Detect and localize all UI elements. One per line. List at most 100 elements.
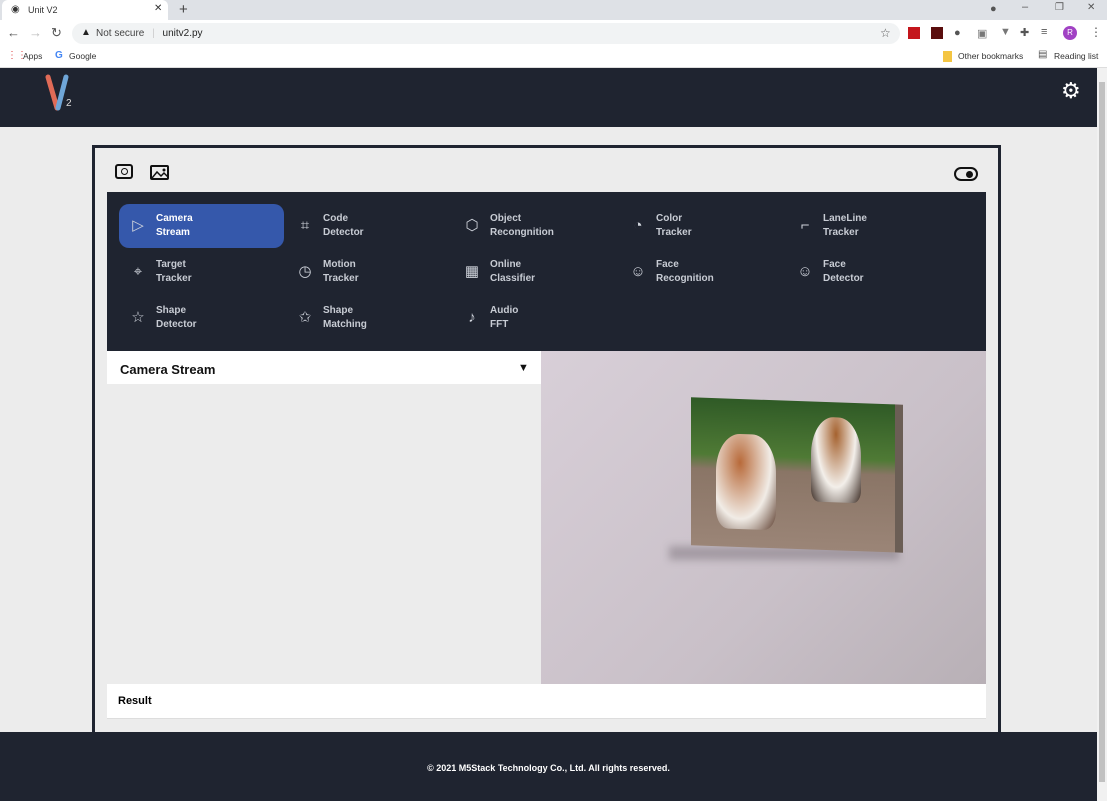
result-panel: Result xyxy=(107,684,986,719)
menu-icon: ▦ xyxy=(464,263,480,280)
menu-label: Tracker xyxy=(156,273,192,284)
menu-label: Object xyxy=(490,213,522,224)
menu-item-target-tracker[interactable]: ⌖ Target Tracker xyxy=(119,250,284,294)
result-label: Result xyxy=(118,695,152,707)
extension-v-icon[interactable]: ▼ xyxy=(1000,26,1011,38)
folder-icon xyxy=(943,51,952,62)
menu-item-online-classifier[interactable]: ▦ Online Classifier xyxy=(453,250,618,294)
reading-list[interactable]: Reading list xyxy=(1054,51,1098,61)
menu-label: Tracker xyxy=(823,227,859,238)
browser-tab[interactable]: ◉ Unit V2 ✕ xyxy=(2,0,168,20)
menu-icon: ◔ xyxy=(633,217,643,234)
menu-item-code-detector[interactable]: ⌗ Code Detector xyxy=(286,204,451,248)
config-panel xyxy=(107,384,541,684)
app-header: 2 ⚙ xyxy=(0,68,1097,127)
camera-snapshot-icon[interactable] xyxy=(115,164,133,179)
logo-subscript: 2 xyxy=(66,98,72,109)
menu-icon: ◷ xyxy=(298,263,312,280)
tab-search-icon[interactable]: ● xyxy=(990,3,997,15)
menu-label: Face xyxy=(656,259,679,270)
menu-label: Tracker xyxy=(656,227,692,238)
dropdown-caret-icon[interactable]: ▼ xyxy=(518,362,529,374)
bookmark-apps[interactable]: Apps xyxy=(23,51,42,61)
menu-label: Classifier xyxy=(490,273,536,284)
menu-label: Shape xyxy=(323,305,354,316)
other-bookmarks[interactable]: Other bookmarks xyxy=(958,51,1023,61)
menu-label: LaneLine xyxy=(823,213,867,224)
forward-icon[interactable]: → xyxy=(29,25,42,40)
menu-label: Detector xyxy=(323,227,364,238)
menu-icon: ⌗ xyxy=(300,217,310,234)
menu-label: Stream xyxy=(156,227,190,238)
menu-icon: ⌖ xyxy=(133,263,143,280)
tab-title: Unit V2 xyxy=(28,5,58,15)
menu-item-face-recognition[interactable]: ☺ Face Recognition xyxy=(619,250,784,294)
menu-label: Target xyxy=(156,259,186,270)
close-tab-icon[interactable]: ✕ xyxy=(154,3,162,14)
profile-avatar[interactable]: R xyxy=(1063,26,1077,40)
dog-canvas-photo xyxy=(691,397,903,553)
bookmark-star-icon[interactable]: ☆ xyxy=(880,26,891,40)
menu-icon: ☆ xyxy=(131,309,145,326)
menu-item-audio-fft[interactable]: ♪ Audio FFT xyxy=(453,296,618,340)
extension-icon[interactable] xyxy=(931,27,943,39)
camera-stream-view xyxy=(541,351,986,684)
extension-cast-icon[interactable]: ▣ xyxy=(977,27,987,40)
extension-pdf-icon[interactable] xyxy=(908,27,920,39)
menu-icon: ☺ xyxy=(797,263,813,280)
address-bar[interactable]: ▲ Not secure | unitv2.py ☆ xyxy=(72,23,900,44)
restore-button[interactable]: ❐ xyxy=(1055,2,1064,13)
logo: 2 xyxy=(44,74,74,112)
bookmarks-bar: ⋮⋮ Apps G Google Other bookmarks ▤ Readi… xyxy=(0,46,1107,68)
menu-icon: ▷ xyxy=(132,217,144,234)
menu-icon: ⌐ xyxy=(800,217,810,234)
copyright-text: © 2021 M5Stack Technology Co., Ltd. All … xyxy=(427,763,670,773)
menu-item-face-detector[interactable]: ☺ Face Detector xyxy=(786,250,951,294)
media-control-icon[interactable]: ≡ xyxy=(1041,26,1047,38)
extensions-puzzle-icon[interactable]: ✚ xyxy=(1020,26,1029,39)
menu-label: Motion xyxy=(323,259,356,270)
new-tab-button[interactable]: + xyxy=(179,1,188,18)
reading-list-icon: ▤ xyxy=(1038,49,1048,60)
back-icon[interactable]: ← xyxy=(7,25,20,40)
menu-label: Shape xyxy=(156,305,187,316)
google-icon: G xyxy=(55,50,63,61)
toggle-switch[interactable] xyxy=(954,167,978,181)
menu-icon: ♪ xyxy=(468,309,476,326)
window-close-button[interactable]: ✕ xyxy=(1087,2,1095,13)
menu-item-laneline-tracker[interactable]: ⌐ LaneLine Tracker xyxy=(786,204,951,248)
footer: © 2021 M5Stack Technology Co., Ltd. All … xyxy=(0,732,1097,801)
globe-icon: ◉ xyxy=(11,4,20,15)
menu-item-object-recongnition[interactable]: ⬡ Object Recongnition xyxy=(453,204,618,248)
function-select[interactable]: Camera Stream ▼ xyxy=(107,351,541,384)
menu-label: Detector xyxy=(823,273,864,284)
menu-item-color-tracker[interactable]: ◔ Color Tracker xyxy=(619,204,784,248)
menu-label: Face xyxy=(823,259,846,270)
minimize-button[interactable]: – xyxy=(1022,1,1028,13)
scrollbar-thumb[interactable] xyxy=(1099,82,1105,782)
menu-icon: ☺ xyxy=(630,263,646,280)
menu-label: Color xyxy=(656,213,683,224)
menu-label: Tracker xyxy=(323,273,359,284)
menu-icon: ⬡ xyxy=(465,217,479,234)
menu-label: Code xyxy=(323,213,348,224)
reload-icon[interactable]: ↻ xyxy=(51,25,62,41)
menu-label: Matching xyxy=(323,319,367,330)
menu-item-camera-stream[interactable]: ▷ Camera Stream xyxy=(119,204,284,248)
extension-circle-icon[interactable]: ● xyxy=(954,27,961,39)
menu-item-motion-tracker[interactable]: ◷ Motion Tracker xyxy=(286,250,451,294)
menu-item-shape-matching[interactable]: ✩ Shape Matching xyxy=(286,296,451,340)
warning-icon: ▲ xyxy=(81,27,91,38)
menu-label: Recongnition xyxy=(490,227,554,238)
bookmark-google[interactable]: Google xyxy=(69,51,96,61)
menu-label: Audio xyxy=(490,305,519,316)
menu-icon: ✩ xyxy=(298,309,312,326)
menu-item-shape-detector[interactable]: ☆ Shape Detector xyxy=(119,296,284,340)
security-label: Not secure xyxy=(96,28,145,39)
browser-menu-icon[interactable]: ⋮ xyxy=(1090,25,1102,39)
image-gallery-icon[interactable] xyxy=(150,165,169,180)
menu-label: Recognition xyxy=(656,273,714,284)
settings-gear-icon[interactable]: ⚙ xyxy=(1061,78,1081,104)
menu-label: Detector xyxy=(156,319,197,330)
url-text: unitv2.py xyxy=(162,28,203,39)
